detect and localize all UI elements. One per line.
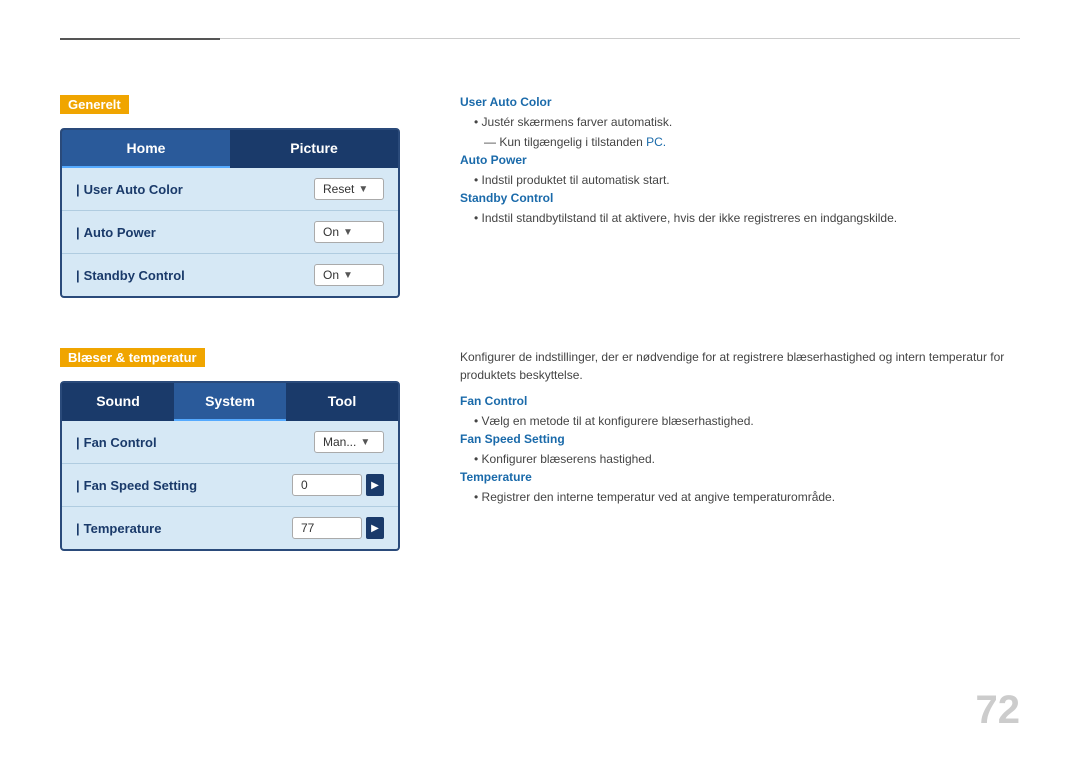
blaeser-menu-items: Fan Control Man... ▼ Fan Speed Setting — [62, 421, 398, 549]
generelt-left-panel: Generelt Home Picture User A — [60, 95, 400, 298]
menu-item-standby-control: Standby Control On ▼ — [62, 254, 398, 296]
fan-speed-control[interactable]: 0 ▶ — [292, 474, 384, 496]
fan-speed-value: 0 — [292, 474, 362, 496]
menu-item-auto-power: Auto Power On ▼ — [62, 211, 398, 254]
chevron-down-icon: ▼ — [343, 270, 353, 281]
temperature-control[interactable]: 77 ▶ — [292, 517, 384, 539]
auto-power-dropdown[interactable]: On ▼ — [314, 221, 384, 243]
blaeser-right-panel: Konfigurer de indstillinger, der er nødv… — [460, 348, 1020, 551]
blaeser-left-panel: Blæser & temperatur Sound System Tool — [60, 348, 400, 551]
standby-control-control[interactable]: On ▼ — [314, 264, 384, 286]
menu-item-temperature: Temperature 77 ▶ — [62, 507, 398, 549]
desc-fan-speed-setting: Fan Speed Setting Konfigurer blæserens h… — [460, 432, 1020, 468]
desc-temperature: Temperature Registrer den interne temper… — [460, 470, 1020, 506]
fan-control-control[interactable]: Man... ▼ — [314, 431, 384, 453]
auto-power-control[interactable]: On ▼ — [314, 221, 384, 243]
desc-standby-control: Standby Control Indstil standbytilstand … — [460, 191, 1020, 227]
tab-home[interactable]: Home — [62, 130, 230, 168]
tab-system[interactable]: System — [174, 383, 286, 421]
user-auto-color-control[interactable]: Reset ▼ — [314, 178, 384, 200]
tab-sound[interactable]: Sound — [62, 383, 174, 421]
fan-speed-next-button[interactable]: ▶ — [366, 474, 384, 496]
desc-auto-power: Auto Power Indstil produktet til automat… — [460, 153, 1020, 189]
temperature-value: 77 — [292, 517, 362, 539]
user-auto-color-dropdown[interactable]: Reset ▼ — [314, 178, 384, 200]
standby-control-dropdown[interactable]: On ▼ — [314, 264, 384, 286]
menu-item-user-auto-color: User Auto Color Reset ▼ — [62, 168, 398, 211]
generelt-menu-items: User Auto Color Reset ▼ Auto Power — [62, 168, 398, 296]
generelt-menu-box: Home Picture User Auto Color Reset — [60, 128, 400, 298]
menu-item-fan-speed-setting: Fan Speed Setting 0 ▶ — [62, 464, 398, 507]
generelt-right-panel: User Auto Color Justér skærmens farver a… — [460, 95, 1020, 298]
blaeser-badge: Blæser & temperatur — [60, 348, 205, 367]
chevron-down-icon: ▼ — [343, 227, 353, 238]
generelt-tabs: Home Picture — [62, 130, 398, 168]
tab-tool[interactable]: Tool — [286, 383, 398, 421]
blaeser-menu-box: Sound System Tool Fan Control — [60, 381, 400, 551]
chevron-down-icon: ▼ — [358, 184, 368, 195]
temperature-next-button[interactable]: ▶ — [366, 517, 384, 539]
page-number: 72 — [976, 688, 1021, 733]
menu-item-fan-control: Fan Control Man... ▼ — [62, 421, 398, 464]
desc-user-auto-color: User Auto Color Justér skærmens farver a… — [460, 95, 1020, 151]
fan-control-dropdown[interactable]: Man... ▼ — [314, 431, 384, 453]
blaeser-tabs: Sound System Tool — [62, 383, 398, 421]
desc-fan-control: Fan Control Vælg en metode til at konfig… — [460, 394, 1020, 430]
tab-picture[interactable]: Picture — [230, 130, 398, 168]
chevron-down-icon: ▼ — [360, 437, 370, 448]
generelt-badge: Generelt — [60, 95, 129, 114]
